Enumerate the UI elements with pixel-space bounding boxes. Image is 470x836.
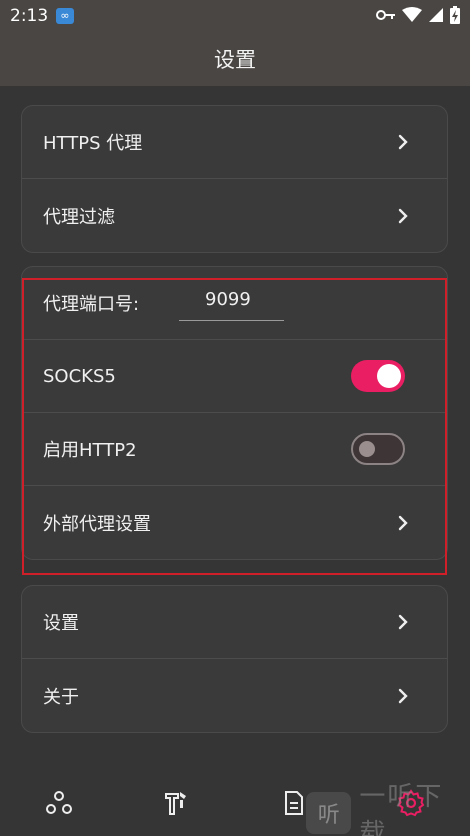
app-notification-icon: ∞ (56, 8, 74, 24)
proxy-filter-label: 代理过滤 (43, 206, 115, 228)
document-icon (284, 791, 303, 815)
socks5-label: SOCKS5 (43, 365, 116, 387)
settings-item[interactable]: 设置 (22, 586, 447, 659)
watermark: 听 一听下载 (306, 782, 470, 836)
external-proxy-label: 外部代理设置 (43, 513, 151, 535)
nav-network[interactable] (29, 773, 89, 833)
proxy-filter-item[interactable]: 代理过滤 (22, 179, 447, 252)
external-proxy-item[interactable]: 外部代理设置 (22, 486, 447, 559)
socks5-toggle[interactable] (351, 360, 405, 392)
general-card: 设置 关于 (21, 585, 448, 733)
toggle-knob (359, 441, 375, 457)
vpn-key-icon (376, 10, 395, 20)
https-proxy-label: HTTPS 代理 (43, 133, 143, 154)
proxy-port-item: 代理端口号: 9099 (22, 267, 447, 340)
network-settings-card: 代理端口号: 9099 SOCKS5 启用HTTP2 外部代理设置 (21, 266, 448, 560)
signal-icon (429, 8, 443, 22)
wifi-icon (402, 7, 422, 22)
about-item[interactable]: 关于 (22, 659, 447, 732)
status-time: 2:13 (10, 6, 49, 26)
http2-toggle[interactable] (351, 433, 405, 465)
watermark-text: 一听下载 (359, 782, 444, 836)
chevron-right-icon (398, 515, 408, 530)
about-label: 关于 (43, 686, 79, 708)
proxy-port-input[interactable]: 9099 (179, 279, 284, 321)
chevron-right-icon (398, 134, 408, 150)
http2-label: 启用HTTP2 (43, 440, 137, 461)
proxy-port-label: 代理端口号: (43, 294, 140, 315)
chevron-right-icon (398, 208, 408, 223)
toggle-knob (377, 364, 401, 388)
app-bar: 设置 (0, 34, 470, 86)
proxy-settings-card: HTTPS 代理 代理过滤 (21, 105, 448, 253)
settings-label: 设置 (43, 613, 79, 634)
network-icon (45, 791, 72, 814)
nav-tools[interactable] (146, 773, 206, 833)
tools-icon (165, 792, 187, 815)
socks5-item[interactable]: SOCKS5 (22, 340, 447, 413)
page-title: 设置 (214, 48, 256, 72)
watermark-badge: 听 (306, 792, 352, 834)
chevron-right-icon (398, 614, 408, 630)
battery-charging-icon (450, 6, 460, 24)
chevron-right-icon (398, 688, 408, 703)
status-icons (376, 6, 460, 24)
http2-item[interactable]: 启用HTTP2 (22, 413, 447, 486)
status-bar: 2:13 ∞ (0, 0, 470, 34)
https-proxy-item[interactable]: HTTPS 代理 (22, 106, 447, 179)
